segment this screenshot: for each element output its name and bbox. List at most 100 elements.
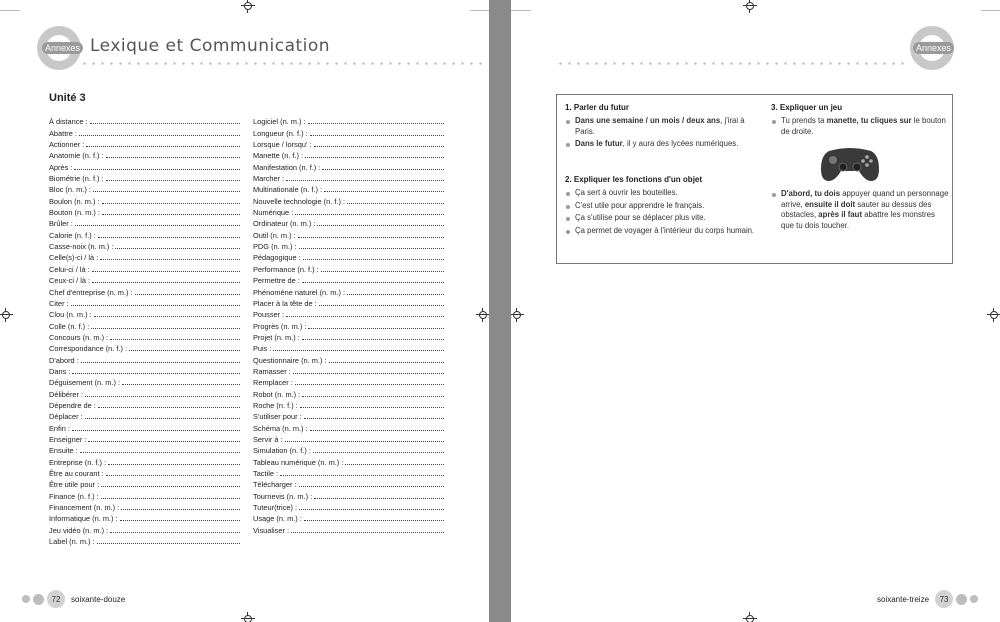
answer-line[interactable]	[105, 475, 240, 476]
answer-line[interactable]	[88, 440, 240, 442]
vocab-entry: Ramasser :	[253, 366, 444, 377]
answer-line[interactable]	[309, 134, 444, 136]
list-item: Dans le futur, il y aura des lycées numé…	[565, 139, 755, 150]
answer-line[interactable]	[318, 304, 444, 306]
answer-line[interactable]	[74, 168, 240, 170]
answer-line[interactable]	[314, 497, 444, 499]
answer-line[interactable]	[78, 134, 240, 136]
vocab-entry: D'abord :	[49, 354, 240, 365]
answer-line[interactable]	[299, 406, 444, 408]
answer-line[interactable]	[328, 361, 444, 363]
answer-line[interactable]	[134, 293, 240, 295]
answer-line[interactable]	[119, 520, 240, 522]
answer-line[interactable]	[284, 440, 444, 442]
vocab-term: Ceux-ci / là :	[49, 276, 91, 286]
answer-line[interactable]	[91, 270, 240, 272]
section-future: 1. Parler du futur Dans une semaine / un…	[565, 103, 755, 152]
answer-line[interactable]	[80, 361, 240, 363]
vocab-term: Jeu vidéo (n. m.) :	[49, 525, 109, 535]
answer-line[interactable]	[105, 157, 240, 159]
left-page: Annexes Lexique et Communication Unité 3…	[0, 0, 489, 622]
answer-line[interactable]	[308, 327, 444, 329]
answer-line[interactable]	[307, 123, 444, 125]
answer-line[interactable]	[302, 259, 444, 261]
answer-line[interactable]	[86, 146, 240, 148]
answer-line[interactable]	[91, 327, 240, 329]
answer-line[interactable]	[291, 531, 444, 533]
answer-line[interactable]	[298, 248, 444, 250]
answer-line[interactable]	[89, 123, 240, 125]
answer-line[interactable]	[294, 384, 444, 386]
answer-line[interactable]	[298, 486, 444, 488]
answer-line[interactable]	[280, 475, 444, 476]
answer-line[interactable]	[72, 372, 240, 374]
answer-line[interactable]	[317, 225, 444, 227]
answer-line[interactable]	[295, 214, 444, 216]
answer-line[interactable]	[299, 509, 444, 511]
answer-line[interactable]	[101, 486, 240, 488]
answer-line[interactable]	[309, 429, 444, 431]
answer-line[interactable]	[313, 146, 444, 148]
answer-line[interactable]	[110, 338, 240, 340]
answer-line[interactable]	[305, 157, 444, 159]
answer-line[interactable]	[92, 282, 240, 284]
vocab-entry: Multinationale (n. f.) :	[253, 184, 444, 195]
answer-line[interactable]	[301, 338, 444, 340]
page-number-text: soixante-treize	[877, 594, 930, 604]
answer-line[interactable]	[347, 293, 444, 295]
answer-line[interactable]	[286, 180, 444, 182]
answer-line[interactable]	[302, 395, 444, 397]
page-title: Lexique et Communication	[90, 36, 331, 56]
answer-line[interactable]	[115, 248, 240, 250]
answer-line[interactable]	[303, 520, 444, 522]
vocab-term: Longueur (n. f.) :	[253, 128, 308, 138]
answer-line[interactable]	[105, 180, 240, 182]
answer-line[interactable]	[122, 384, 240, 386]
answer-line[interactable]	[70, 304, 240, 306]
answer-line[interactable]	[93, 316, 240, 318]
answer-line[interactable]	[97, 236, 240, 238]
answer-line[interactable]	[345, 463, 444, 465]
answer-line[interactable]	[96, 543, 240, 545]
answer-line[interactable]	[100, 259, 240, 261]
game-controller-icon	[819, 143, 881, 183]
vocab-term: Concours (n. m.) :	[49, 332, 109, 342]
answer-line[interactable]	[347, 202, 444, 204]
vocab-term: Délibérer :	[49, 389, 84, 399]
vocab-entry: Casse-noix (n. m.) :	[49, 241, 240, 252]
vocab-term: Manifestation (n. f.) :	[253, 162, 321, 172]
answer-line[interactable]	[85, 395, 240, 397]
vocab-term: Pédagogique :	[253, 253, 301, 263]
answer-line[interactable]	[84, 418, 240, 420]
crop-mark-icon	[476, 308, 489, 322]
answer-line[interactable]	[108, 463, 240, 465]
answer-line[interactable]	[101, 202, 240, 204]
answer-line[interactable]	[324, 191, 444, 193]
answer-line[interactable]	[129, 350, 240, 352]
answer-line[interactable]	[286, 316, 444, 318]
answer-line[interactable]	[273, 350, 444, 352]
answer-line[interactable]	[97, 406, 240, 408]
answer-line[interactable]	[71, 429, 240, 431]
answer-line[interactable]	[301, 282, 444, 284]
vocab-term: Tournevis (n. m.) :	[253, 491, 313, 501]
answer-line[interactable]	[322, 168, 444, 170]
answer-line[interactable]	[121, 509, 240, 511]
vocab-entry: Phénomène naturel (n. m.) :	[253, 286, 444, 297]
answer-line[interactable]	[100, 497, 240, 499]
answer-line[interactable]	[92, 191, 240, 193]
vocab-entry: Tournevis (n. m.) :	[253, 490, 444, 501]
answer-line[interactable]	[303, 418, 444, 420]
vocab-column-2: Logiciel (n. m.) : Longueur (n. f.) : Lors…	[253, 116, 444, 536]
answer-line[interactable]	[74, 225, 240, 227]
answer-line[interactable]	[297, 236, 444, 238]
answer-line[interactable]	[292, 372, 444, 374]
answer-line[interactable]	[312, 452, 444, 454]
answer-line[interactable]	[79, 452, 240, 454]
vocab-entry: Actionner :	[49, 139, 240, 150]
vocab-term: Dans :	[49, 366, 71, 376]
answer-line[interactable]	[110, 531, 240, 533]
answer-line[interactable]	[320, 270, 444, 272]
trim-line	[470, 10, 489, 11]
answer-line[interactable]	[101, 214, 240, 216]
